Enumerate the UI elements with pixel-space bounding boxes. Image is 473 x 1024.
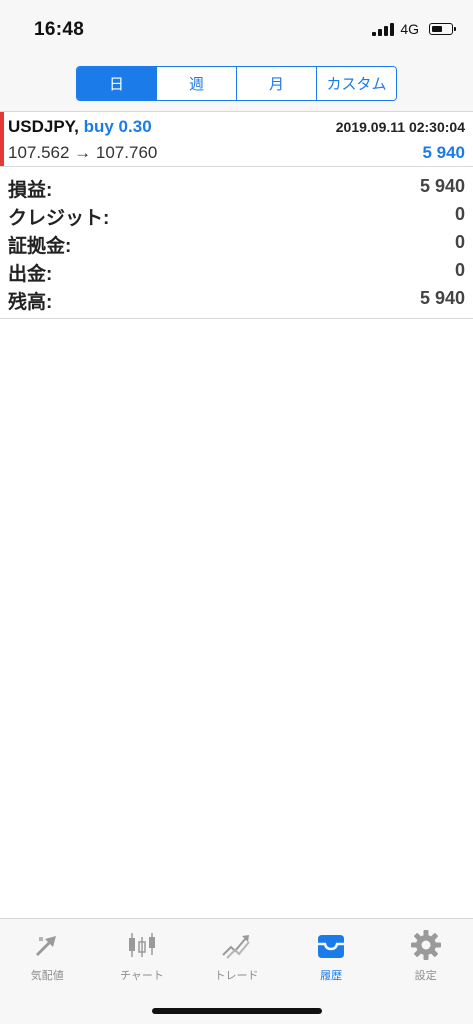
network-label: 4G [400, 21, 419, 37]
tab-trade[interactable]: トレード [189, 919, 284, 991]
summary-value: 0 [454, 232, 465, 252]
deal-direction-marker [0, 112, 4, 166]
summary-panel: 損益: 5 940 クレジット: 0 証拠金: 0 出金: 0 残高: 5 94… [0, 173, 473, 319]
segment-month[interactable]: 月 [236, 67, 316, 100]
summary-label: 証拠金: [8, 236, 72, 257]
tab-list: 気配値 チャート トレード 履歴 設定 [0, 919, 473, 991]
summary-value: 5 940 [419, 288, 465, 308]
tab-bar: 気配値 チャート トレード 履歴 設定 [0, 918, 473, 1024]
tab-label: 履歴 [320, 970, 343, 982]
quotes-icon [36, 936, 57, 956]
segment-week[interactable]: 週 [156, 67, 236, 100]
tab-chart[interactable]: チャート [95, 919, 190, 991]
period-selector: 日 週 月 カスタム [76, 66, 397, 101]
summary-value: 5 940 [419, 176, 465, 196]
tab-history[interactable]: 履歴 [284, 919, 379, 991]
home-indicator[interactable] [152, 1008, 322, 1014]
summary-label: 損益: [8, 180, 53, 201]
tab-label: 設定 [414, 970, 437, 982]
summary-row-withdrawal: 出金: 0 [0, 257, 473, 285]
settings-icon [410, 930, 441, 960]
tab-label: チャート [119, 970, 164, 982]
status-bar: 16:48 4G [0, 0, 473, 60]
summary-label: 残高: [8, 292, 53, 313]
tab-quotes[interactable]: 気配値 [0, 919, 95, 991]
status-time: 16:48 [34, 19, 85, 40]
chart-icon [128, 933, 155, 957]
deal-prices: 107.562 → 107.760 [8, 143, 158, 162]
segment-custom[interactable]: カスタム [316, 67, 396, 100]
summary-value: 0 [454, 204, 465, 224]
status-icons: 4G [372, 21, 456, 37]
tab-label: トレード [214, 970, 259, 982]
signal-icon [372, 22, 395, 36]
summary-label: 出金: [8, 264, 53, 285]
deal-profit: 5 940 [422, 143, 465, 162]
deal-time: 2019.09.11 02:30:04 [335, 119, 465, 135]
battery-icon [429, 23, 456, 35]
segment-day[interactable]: 日 [77, 67, 156, 100]
summary-row-balance: 残高: 5 940 [0, 285, 473, 313]
trade-icon [222, 935, 251, 959]
deal-row[interactable]: USDJPY, buy 0.30 2019.09.11 02:30:04 107… [0, 112, 473, 167]
summary-row-credit: クレジット: 0 [0, 201, 473, 229]
top-area: 16:48 4G 日 週 月 カスタム [0, 0, 473, 112]
deal-side: buy 0.30 [83, 117, 152, 136]
history-icon [318, 935, 345, 958]
summary-row-profit: 損益: 5 940 [0, 173, 473, 201]
tab-settings[interactable]: 設定 [378, 919, 473, 991]
tab-label: 気配値 [30, 970, 64, 982]
deal-symbol: USDJPY, [8, 117, 79, 136]
summary-value: 0 [454, 260, 465, 280]
deal-symbol-line: USDJPY, buy 0.30 [8, 117, 152, 137]
summary-row-margin: 証拠金: 0 [0, 229, 473, 257]
summary-label: クレジット: [8, 208, 110, 229]
